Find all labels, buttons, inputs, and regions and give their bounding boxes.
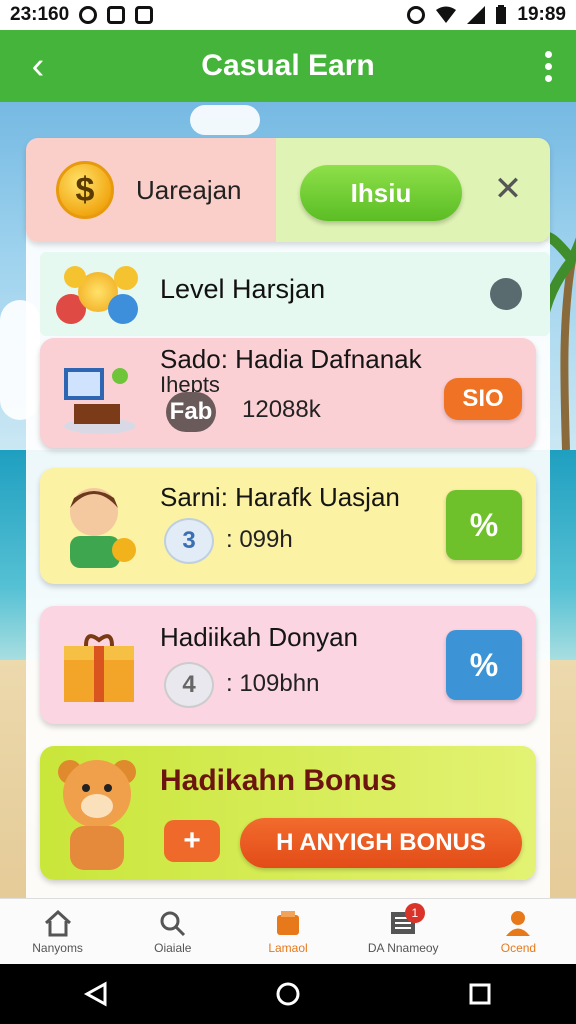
nav-item-home[interactable]: Nanyoms bbox=[0, 899, 115, 964]
coin-pile-icon bbox=[56, 264, 142, 336]
more-options-button[interactable] bbox=[538, 46, 558, 86]
notification-badge: 1 bbox=[404, 903, 425, 923]
system-recents-icon[interactable] bbox=[467, 981, 493, 1007]
card-action-button[interactable]: SIO bbox=[444, 378, 522, 420]
status-time-left: 23:160 bbox=[10, 4, 70, 25]
nav-label: Lamaol bbox=[268, 940, 308, 955]
signal-icon bbox=[467, 6, 486, 24]
card-title: Sarni: Harafk Uasjan bbox=[160, 482, 400, 512]
nav-item-basket[interactable]: Lamaol bbox=[230, 899, 345, 964]
status-time-right: 19:89 bbox=[517, 4, 566, 25]
computer-cake-icon bbox=[64, 368, 136, 434]
card-badge: 4 bbox=[164, 662, 214, 708]
page-title: Casual Earn bbox=[201, 49, 375, 82]
card-badge: 3 bbox=[164, 518, 214, 564]
wifi-icon bbox=[436, 6, 457, 23]
card-badge: Fab bbox=[166, 392, 216, 432]
card-value: 12088k bbox=[242, 396, 321, 423]
bonus-card[interactable]: Hadikahn Bonus + H ANYIGH BONUS bbox=[40, 746, 536, 880]
close-icon[interactable]: ✕ bbox=[492, 172, 524, 206]
bear-mascot-icon bbox=[58, 760, 136, 870]
nav-item-list[interactable]: 1 DA Nnameoy bbox=[346, 899, 461, 964]
dollar-coin-icon: $ bbox=[56, 161, 114, 219]
nav-item-profile[interactable]: Ocend bbox=[461, 899, 576, 964]
notification-icon bbox=[79, 6, 98, 24]
system-navigation-bar bbox=[0, 964, 576, 1024]
battery-icon bbox=[496, 5, 507, 24]
system-back-icon[interactable] bbox=[83, 981, 109, 1007]
nav-item-search[interactable]: Oiaiale bbox=[115, 899, 230, 964]
status-bar: 23:160 19:89 bbox=[0, 0, 576, 30]
nav-label: Oiaiale bbox=[154, 940, 192, 955]
task-card[interactable]: Sarni: Harafk Uasjan 3 : 099h % bbox=[40, 468, 536, 584]
card-value: : 099h bbox=[226, 526, 293, 553]
bonus-title: Hadikahn Bonus bbox=[160, 764, 397, 797]
system-home-icon[interactable] bbox=[275, 981, 301, 1007]
task-card[interactable]: Hadiikah Donyan 4 : 109bhn % bbox=[40, 606, 536, 724]
bonus-badge-icon: + bbox=[164, 820, 220, 862]
card-action-button[interactable]: % bbox=[446, 490, 522, 560]
card-title: Sado: Hadia Dafnanak bbox=[160, 344, 422, 374]
app-bar: ‹ Casual Earn bbox=[0, 30, 576, 102]
image-notification-icon bbox=[107, 6, 126, 24]
gift-box-icon bbox=[64, 634, 134, 702]
nav-label: Ocend bbox=[500, 940, 537, 955]
nav-label: Nanyoms bbox=[32, 940, 83, 955]
search-icon bbox=[160, 911, 185, 936]
level-row[interactable]: Level Harsjan bbox=[40, 252, 550, 336]
nav-label: DA Nnameoy bbox=[367, 940, 439, 955]
app-notification-icon bbox=[135, 6, 154, 24]
banner-label: Uareajan bbox=[136, 174, 242, 205]
bottom-navigation: Nanyoms Oiaiale Lamaol 1 DA Nnameoy Ocen… bbox=[0, 898, 576, 964]
level-label: Level Harsjan bbox=[160, 274, 326, 304]
banner-action-button[interactable]: Ihsiu bbox=[300, 165, 462, 221]
basket-icon bbox=[277, 910, 299, 935]
promo-banner: $ Uareajan Ihsiu ✕ bbox=[26, 138, 550, 242]
home-icon bbox=[44, 909, 71, 936]
location-icon bbox=[407, 6, 426, 24]
bonus-button[interactable]: H ANYIGH BONUS bbox=[240, 818, 522, 868]
task-card[interactable]: Sado: Hadia Dafnanak Ihepts Fab 12088k S… bbox=[40, 338, 536, 448]
boy-coin-icon bbox=[70, 488, 136, 568]
back-button[interactable]: ‹ bbox=[18, 46, 58, 86]
card-title: Hadiikah Donyan bbox=[160, 622, 359, 652]
settings-tool-icon[interactable] bbox=[490, 278, 522, 310]
card-value: : 109bhn bbox=[226, 670, 320, 697]
card-action-button[interactable]: % bbox=[446, 630, 522, 700]
profile-icon bbox=[506, 910, 531, 936]
